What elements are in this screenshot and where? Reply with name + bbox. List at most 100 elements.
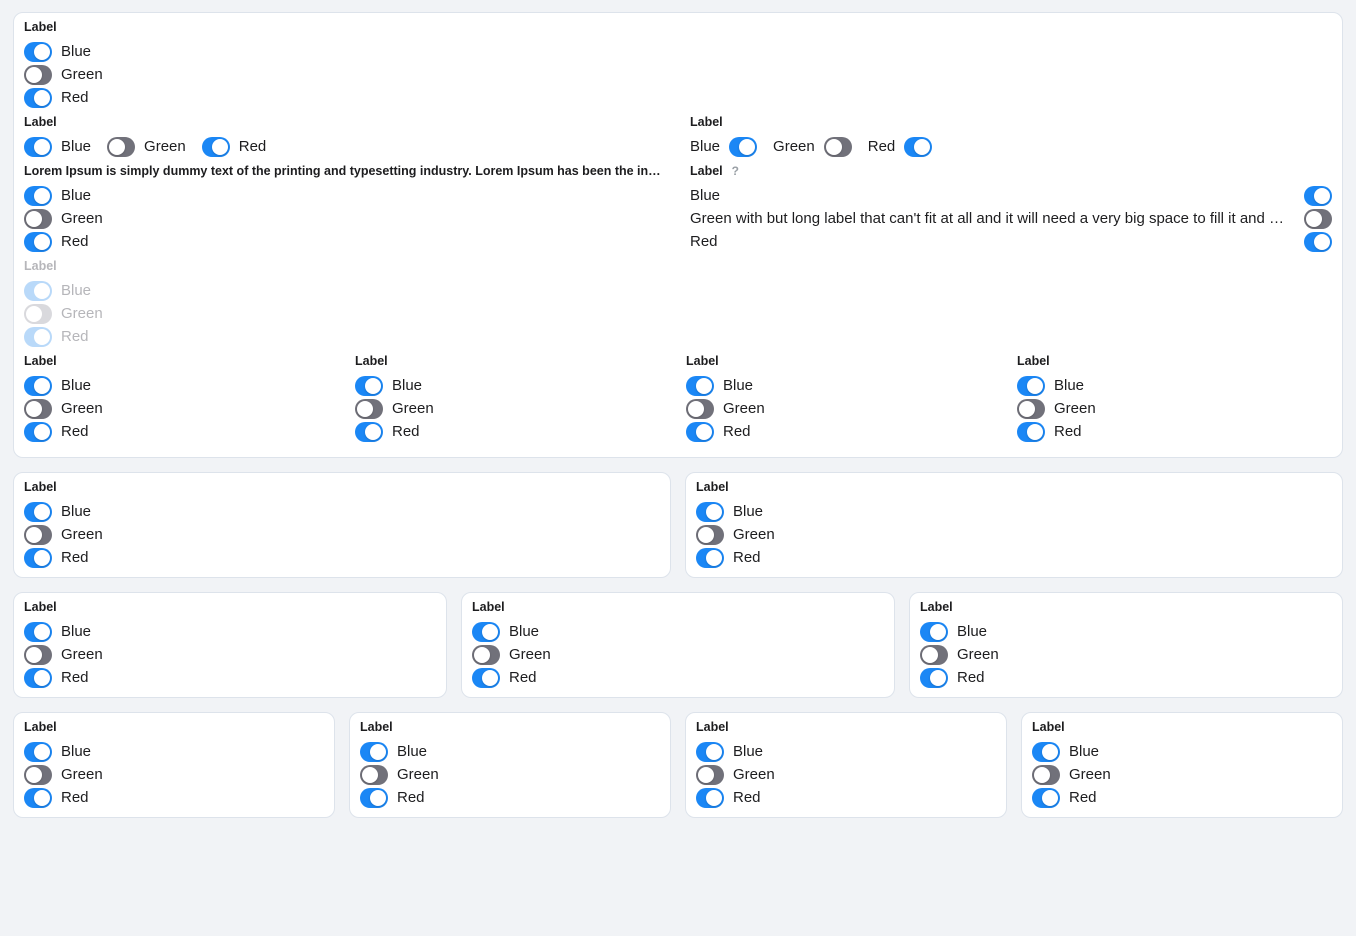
blue-toggle-switch[interactable]	[24, 186, 52, 206]
green-toggle-switch[interactable]	[696, 525, 724, 545]
blue-toggle-label[interactable]: Blue	[957, 622, 987, 641]
red-toggle-switch[interactable]	[24, 88, 52, 108]
green-toggle-switch[interactable]	[24, 209, 52, 229]
red-toggle-label[interactable]: Red	[61, 668, 89, 687]
blue-toggle-label[interactable]: Blue	[397, 742, 427, 761]
blue-toggle-switch[interactable]	[686, 376, 714, 396]
red-toggle-switch[interactable]	[1032, 788, 1060, 808]
red-toggle-label[interactable]: Red	[723, 422, 751, 441]
red-toggle-switch[interactable]	[24, 668, 52, 688]
green-toggle-label[interactable]: Green	[509, 645, 551, 664]
red-toggle-switch[interactable]	[696, 788, 724, 808]
red-toggle-label[interactable]: Red	[690, 232, 718, 251]
blue-toggle-switch[interactable]	[1017, 376, 1045, 396]
red-toggle-label[interactable]: Red	[61, 88, 89, 107]
blue-toggle-label[interactable]: Blue	[723, 376, 753, 395]
red-toggle-switch[interactable]	[1017, 422, 1045, 442]
green-toggle-switch[interactable]	[920, 645, 948, 665]
green-toggle-switch[interactable]	[686, 399, 714, 419]
green-toggle-switch[interactable]	[24, 65, 52, 85]
red-toggle-label[interactable]: Red	[957, 668, 985, 687]
blue-toggle-label[interactable]: Blue	[690, 186, 720, 205]
red-toggle-label[interactable]: Red	[397, 788, 425, 807]
green-toggle-switch[interactable]	[1304, 209, 1332, 229]
green-toggle-label[interactable]: Green	[733, 765, 775, 784]
red-toggle-switch[interactable]	[920, 668, 948, 688]
red-toggle-label[interactable]: Red	[61, 422, 89, 441]
blue-toggle-switch[interactable]	[24, 622, 52, 642]
blue-toggle-switch[interactable]	[24, 742, 52, 762]
red-toggle-label[interactable]: Red	[61, 232, 89, 251]
red-toggle-label[interactable]: Red	[1069, 788, 1097, 807]
blue-toggle-label[interactable]: Blue	[61, 137, 91, 156]
green-toggle-label[interactable]: Green	[61, 765, 103, 784]
green-toggle-label[interactable]: Green	[723, 399, 765, 418]
green-toggle-switch[interactable]	[107, 137, 135, 157]
blue-toggle-switch[interactable]	[1032, 742, 1060, 762]
red-toggle-switch[interactable]	[360, 788, 388, 808]
blue-toggle-switch[interactable]	[696, 502, 724, 522]
green-toggle-label[interactable]: Green	[61, 399, 103, 418]
green-toggle-label[interactable]: Green	[144, 137, 186, 156]
red-toggle-label[interactable]: Red	[61, 788, 89, 807]
red-toggle-label[interactable]: Red	[392, 422, 420, 441]
red-toggle-label[interactable]: Red	[1054, 422, 1082, 441]
green-toggle-switch[interactable]	[24, 645, 52, 665]
red-toggle-switch[interactable]	[24, 422, 52, 442]
green-toggle-switch[interactable]	[360, 765, 388, 785]
red-toggle-switch[interactable]	[686, 422, 714, 442]
blue-toggle-label[interactable]: Blue	[509, 622, 539, 641]
blue-toggle-switch[interactable]	[1304, 186, 1332, 206]
blue-toggle-label[interactable]: Blue	[733, 742, 763, 761]
blue-toggle-switch[interactable]	[24, 502, 52, 522]
blue-toggle-label[interactable]: Blue	[61, 42, 91, 61]
blue-toggle-switch[interactable]	[360, 742, 388, 762]
red-toggle-label[interactable]: Red	[733, 788, 761, 807]
red-toggle-switch[interactable]	[24, 232, 52, 252]
red-toggle-label[interactable]: Red	[61, 548, 89, 567]
green-toggle-label[interactable]: Green	[61, 525, 103, 544]
blue-toggle-label[interactable]: Blue	[61, 622, 91, 641]
blue-toggle-label[interactable]: Blue	[61, 502, 91, 521]
blue-toggle-label[interactable]: Blue	[733, 502, 763, 521]
green-toggle-label[interactable]: Green	[957, 645, 999, 664]
green-toggle-switch[interactable]	[24, 525, 52, 545]
red-toggle-switch[interactable]	[1304, 232, 1332, 252]
green-toggle-switch[interactable]	[1032, 765, 1060, 785]
red-toggle-switch[interactable]	[696, 548, 724, 568]
green-toggle-label[interactable]: Green	[397, 765, 439, 784]
blue-toggle-label[interactable]: Blue	[690, 137, 720, 156]
blue-toggle-label[interactable]: Blue	[392, 376, 422, 395]
blue-toggle-switch[interactable]	[696, 742, 724, 762]
red-toggle-label[interactable]: Red	[239, 137, 267, 156]
red-toggle-switch[interactable]	[202, 137, 230, 157]
green-toggle-switch[interactable]	[696, 765, 724, 785]
red-toggle-switch[interactable]	[24, 788, 52, 808]
blue-toggle-label[interactable]: Blue	[61, 186, 91, 205]
blue-toggle-switch[interactable]	[920, 622, 948, 642]
red-toggle-switch[interactable]	[472, 668, 500, 688]
blue-toggle-label[interactable]: Blue	[1054, 376, 1084, 395]
red-toggle-label[interactable]: Red	[733, 548, 761, 567]
green-toggle-label[interactable]: Green	[61, 645, 103, 664]
blue-toggle-label[interactable]: Blue	[61, 376, 91, 395]
green-toggle-label[interactable]: Green	[1069, 765, 1111, 784]
green-toggle-label[interactable]: Green	[1054, 399, 1096, 418]
blue-toggle-switch[interactable]	[24, 137, 52, 157]
green-toggle-label[interactable]: Green	[392, 399, 434, 418]
green-toggle-label[interactable]: Green	[61, 209, 103, 228]
green-toggle-label-long[interactable]: Green with but long label that can't fit…	[690, 209, 1294, 228]
blue-toggle-label[interactable]: Blue	[1069, 742, 1099, 761]
red-toggle-switch[interactable]	[904, 137, 932, 157]
blue-toggle-switch[interactable]	[729, 137, 757, 157]
green-toggle-label[interactable]: Green	[61, 65, 103, 84]
blue-toggle-label[interactable]: Blue	[61, 742, 91, 761]
green-toggle-switch[interactable]	[472, 645, 500, 665]
green-toggle-switch[interactable]	[24, 765, 52, 785]
green-toggle-label[interactable]: Green	[773, 137, 815, 156]
blue-toggle-switch[interactable]	[472, 622, 500, 642]
green-toggle-switch[interactable]	[1017, 399, 1045, 419]
help-icon[interactable]: ?	[732, 164, 739, 179]
red-toggle-label[interactable]: Red	[868, 137, 896, 156]
green-toggle-switch[interactable]	[355, 399, 383, 419]
